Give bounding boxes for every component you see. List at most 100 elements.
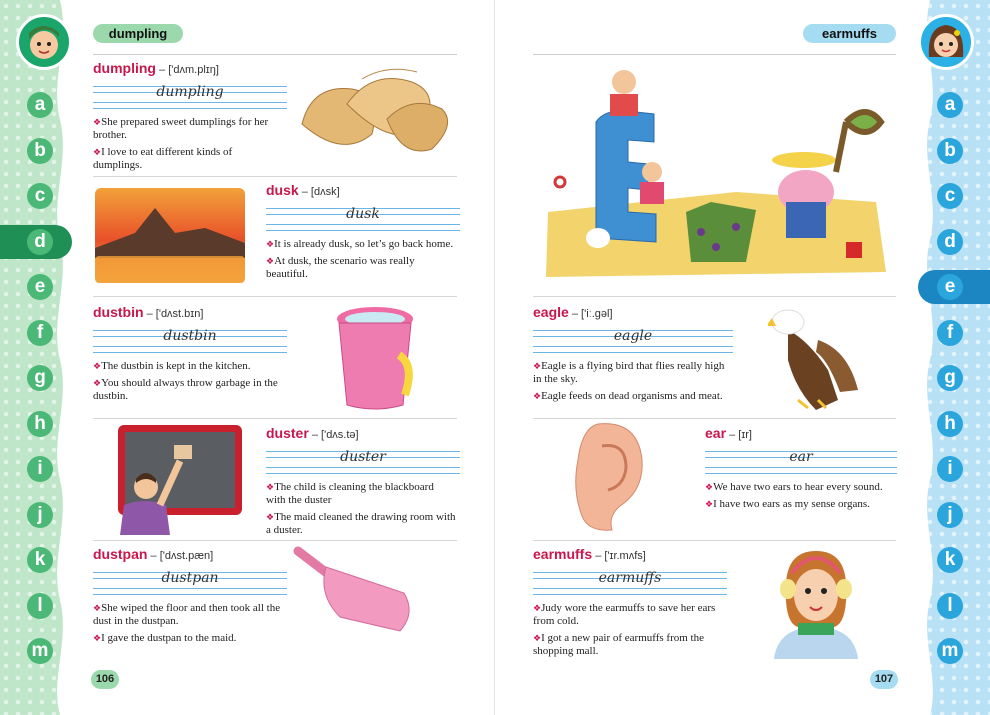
divider	[533, 540, 896, 541]
phonetic: ['dʌs.tə]	[321, 429, 359, 441]
example-sentence: ❖Eagle is a flying bird that flies reall…	[533, 360, 733, 386]
divider	[93, 540, 457, 541]
letter-tab-b[interactable]: b	[27, 137, 53, 164]
eagle-illustration	[768, 309, 858, 410]
phonetic: ['dʌst.bɪn]	[155, 308, 204, 320]
sentence-text: Eagle feeds on dead organisms and meat.	[541, 390, 723, 402]
example-sentence: ❖I gave the dustpan to the maid.	[93, 632, 287, 645]
ruled-line	[533, 352, 733, 353]
dash: –	[308, 429, 322, 441]
phonetic: ['dʌst.pæn]	[159, 550, 214, 562]
letter-tab-b[interactable]: b	[937, 137, 963, 164]
cursive-word: duster	[340, 449, 386, 465]
letter-tab-k[interactable]: k	[937, 547, 963, 573]
dash: –	[568, 308, 582, 320]
entry-duster: duster – ['dʌs.tə] duster ❖The child is cl…	[266, 425, 460, 537]
letter-tab-e[interactable]: e	[937, 274, 963, 300]
letter-tab-j[interactable]: j	[27, 501, 53, 528]
letter-tab-a[interactable]: a	[937, 92, 963, 118]
letter-tab-f[interactable]: f	[937, 319, 963, 346]
book-gutter	[494, 0, 495, 715]
sentence-text: She prepared sweet dumplings for her bro…	[93, 116, 269, 141]
headword: ear	[705, 425, 727, 441]
example-sentence: ❖She prepared sweet dumplings for her br…	[93, 116, 287, 142]
ruled-line	[533, 594, 727, 595]
letter-tab-m[interactable]: m	[27, 638, 53, 664]
cursive-writing-lines: dumpling	[93, 80, 287, 112]
letter-tab-l[interactable]: l	[27, 592, 53, 619]
entry-eagle: eagle – ['iː.gəl] eagle ❖Eagle is a flying…	[533, 304, 733, 403]
bullet-icon: ❖	[266, 512, 275, 522]
letter-tab-c[interactable]: c	[937, 183, 963, 209]
cursive-writing-lines: dustbin	[93, 324, 287, 356]
earmuffs-girl-illustration	[774, 551, 858, 659]
letter-tab-c[interactable]: c	[27, 183, 53, 209]
sentence-text: I got a new pair of earmuffs from the sh…	[533, 632, 704, 657]
sentence-text: The child is cleaning the blackboard wit…	[266, 481, 434, 506]
bullet-icon: ❖	[533, 391, 542, 401]
divider	[93, 418, 457, 419]
dash: –	[156, 64, 169, 76]
girl-avatar	[918, 14, 974, 70]
ruled-line	[266, 473, 460, 474]
headword: dusk	[266, 182, 299, 198]
entry-dumpling: dumpling – ['dʌm.plɪŋ] dumpling ❖She prepa…	[93, 60, 287, 172]
entry-ear: ear – [ɪr] ear ❖We have two ears to hear e…	[705, 425, 897, 511]
letter-tab-g[interactable]: g	[27, 365, 53, 391]
ruled-line	[93, 594, 287, 595]
cursive-word: eagle	[613, 328, 653, 344]
ruled-line	[93, 108, 287, 109]
cursive-word: dustpan	[161, 570, 219, 586]
cursive-writing-lines: dusk	[266, 202, 460, 234]
page-number-left: 106	[91, 670, 119, 689]
dash: –	[298, 186, 311, 198]
bullet-icon: ❖	[266, 482, 275, 492]
ruled-line	[93, 588, 287, 589]
bullet-icon: ❖	[533, 603, 542, 613]
letter-tab-k[interactable]: k	[27, 547, 53, 573]
ruled-line	[93, 102, 287, 103]
headword-line: dusk – [dʌsk]	[266, 182, 460, 198]
letter-tab-f[interactable]: f	[27, 319, 53, 346]
example-sentence: ❖Eagle feeds on dead organisms and meat.	[533, 390, 733, 403]
letter-tab-g[interactable]: g	[937, 365, 963, 391]
cursive-writing-lines: earmuffs	[533, 566, 727, 598]
left-page-header: dumpling	[93, 24, 183, 43]
cursive-word: dusk	[346, 206, 380, 222]
sentence-text: I have two ears as my sense organs.	[713, 498, 870, 510]
sentence-text: The maid cleaned the drawing room with a…	[266, 511, 456, 536]
letter-tab-l[interactable]: l	[937, 592, 963, 619]
example-sentence: ❖You should always throw garbage in the …	[93, 377, 287, 403]
letter-tab-a[interactable]: a	[27, 92, 53, 118]
letter-tab-j[interactable]: j	[937, 501, 963, 528]
bullet-icon: ❖	[93, 117, 102, 127]
entry-dustpan: dustpan – ['dʌst.pæn] dustpan ❖She wiped t…	[93, 546, 287, 645]
ruled-line	[266, 467, 460, 468]
sentence-text: I gave the dustpan to the maid.	[101, 632, 237, 644]
divider	[533, 296, 896, 297]
letter-tab-i[interactable]: i	[937, 456, 963, 482]
letter-tab-i[interactable]: i	[27, 456, 53, 482]
dash: –	[143, 308, 156, 320]
letter-tab-h[interactable]: h	[27, 410, 53, 437]
headword: dumpling	[93, 60, 156, 76]
headword-line: dustbin – ['dʌst.bɪn]	[93, 304, 287, 320]
letter-tab-h[interactable]: h	[937, 410, 963, 437]
bullet-icon: ❖	[266, 256, 275, 266]
sentence-text: We have two ears to hear every sound.	[713, 481, 883, 493]
letter-tab-e[interactable]: e	[27, 274, 53, 300]
dumplings-illustration	[301, 68, 449, 152]
letter-tab-d[interactable]: d	[937, 228, 963, 255]
letter-tab-m[interactable]: m	[937, 638, 963, 664]
phonetic: [dʌsk]	[310, 186, 340, 198]
dusk-illustration	[95, 188, 245, 283]
ruled-line	[705, 473, 897, 474]
page-number-right: 107	[870, 670, 898, 689]
bullet-icon: ❖	[705, 482, 714, 492]
letter-tab-d[interactable]: d	[27, 228, 53, 255]
cursive-writing-lines: dustpan	[93, 566, 287, 598]
bullet-icon: ❖	[533, 361, 542, 371]
bullet-icon: ❖	[93, 147, 102, 157]
divider	[93, 296, 457, 297]
example-sentence: ❖The dustbin is kept in the kitchen.	[93, 360, 287, 373]
